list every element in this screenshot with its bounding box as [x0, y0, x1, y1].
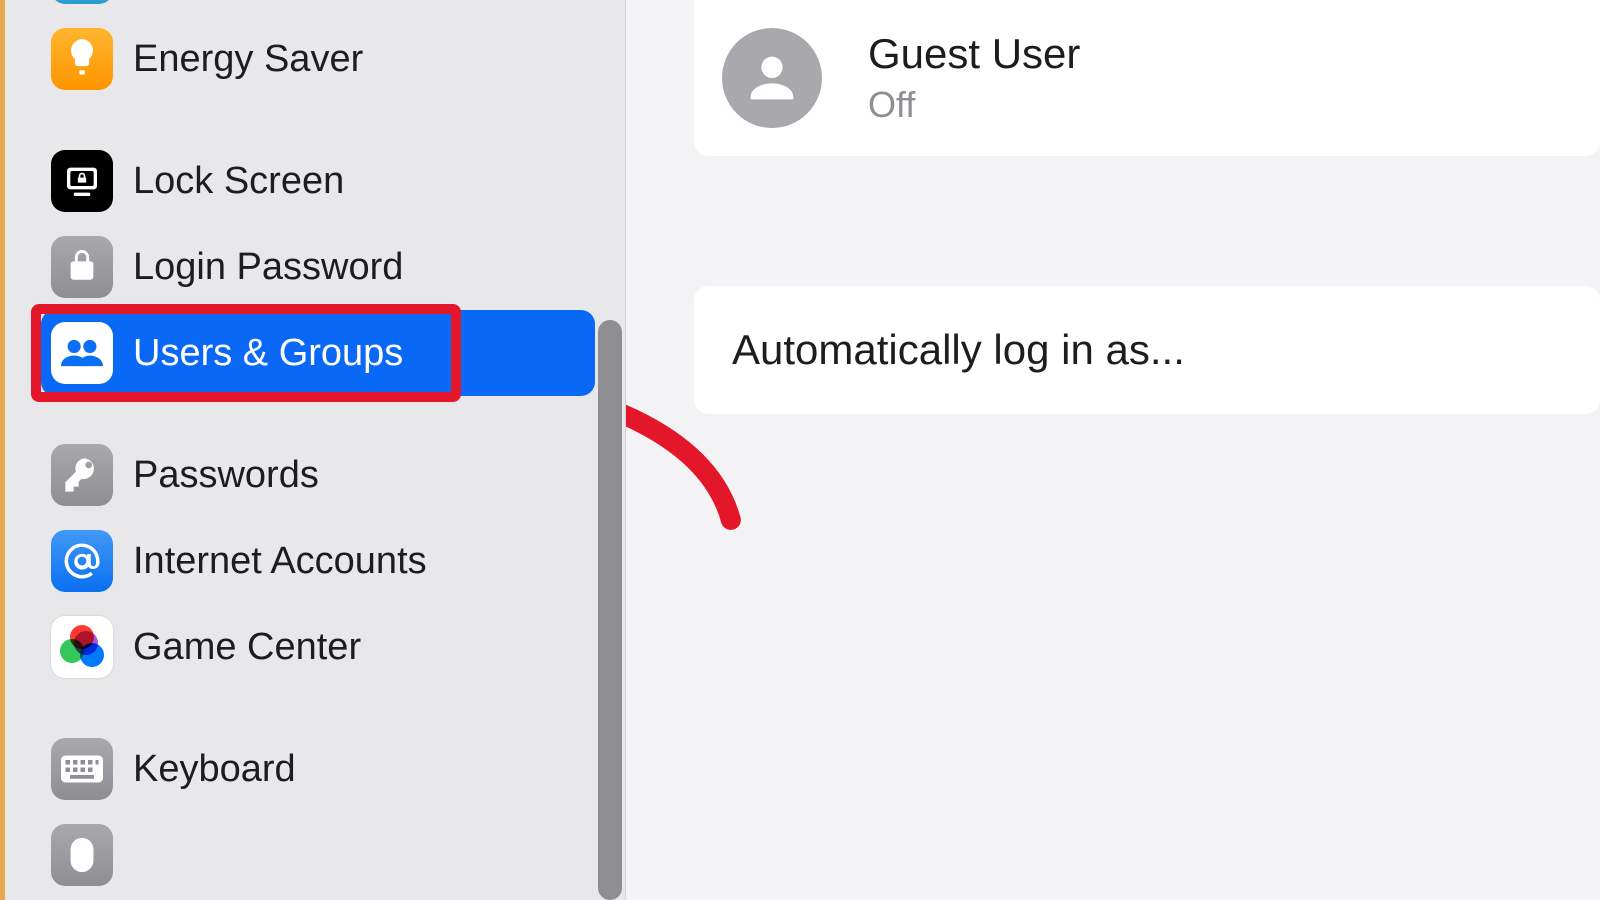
- gamecenter-icon: [51, 616, 113, 678]
- sidebar-item-login-password[interactable]: Login Password: [41, 224, 625, 310]
- sidebar-scrollbar[interactable]: [598, 320, 622, 900]
- sidebar-item-label: Users & Groups: [133, 332, 403, 375]
- screensaver-icon: [51, 0, 113, 4]
- sidebar-item-passwords[interactable]: Passwords: [41, 432, 625, 518]
- keyboard-icon: [51, 738, 113, 800]
- avatar-icon: [722, 28, 822, 128]
- sidebar-item-label: Passwords: [133, 454, 319, 497]
- sidebar-item-label: Game Center: [133, 626, 361, 669]
- lightbulb-icon: [51, 28, 113, 90]
- guest-user-name: Guest User: [868, 30, 1080, 78]
- sidebar-item-label: Energy Saver: [133, 38, 363, 81]
- users-icon: [51, 322, 113, 384]
- key-icon: [51, 444, 113, 506]
- sidebar-item-users-groups[interactable]: Users & Groups: [41, 310, 595, 396]
- guest-user-row[interactable]: Guest User Off: [694, 0, 1600, 156]
- settings-sidebar: Screen Saver Energy Saver Lock Screen Lo…: [5, 0, 625, 900]
- main-content: Guest User Off Automatically log in as..…: [625, 0, 1600, 900]
- sidebar-item-label: Login Password: [133, 246, 403, 289]
- lock-icon: [51, 236, 113, 298]
- sidebar-item-game-center[interactable]: Game Center: [41, 604, 625, 690]
- sidebar-item-internet-accounts[interactable]: Internet Accounts: [41, 518, 625, 604]
- mouse-icon: [51, 824, 113, 886]
- at-icon: [51, 530, 113, 592]
- sidebar-item-label: Lock Screen: [133, 160, 344, 203]
- auto-login-row[interactable]: Automatically log in as...: [694, 286, 1600, 414]
- sidebar-item-lock-screen[interactable]: Lock Screen: [41, 138, 625, 224]
- sidebar-item-partial[interactable]: [41, 812, 625, 898]
- sidebar-item-label: Internet Accounts: [133, 540, 427, 583]
- guest-user-status: Off: [868, 84, 1080, 126]
- auto-login-label: Automatically log in as...: [732, 326, 1185, 373]
- sidebar-item-keyboard[interactable]: Keyboard: [41, 726, 625, 812]
- sidebar-item-energy-saver[interactable]: Energy Saver: [41, 16, 625, 102]
- lock-screen-icon: [51, 150, 113, 212]
- sidebar-item-label: Keyboard: [133, 748, 296, 791]
- sidebar-item-screen-saver[interactable]: Screen Saver: [41, 0, 625, 16]
